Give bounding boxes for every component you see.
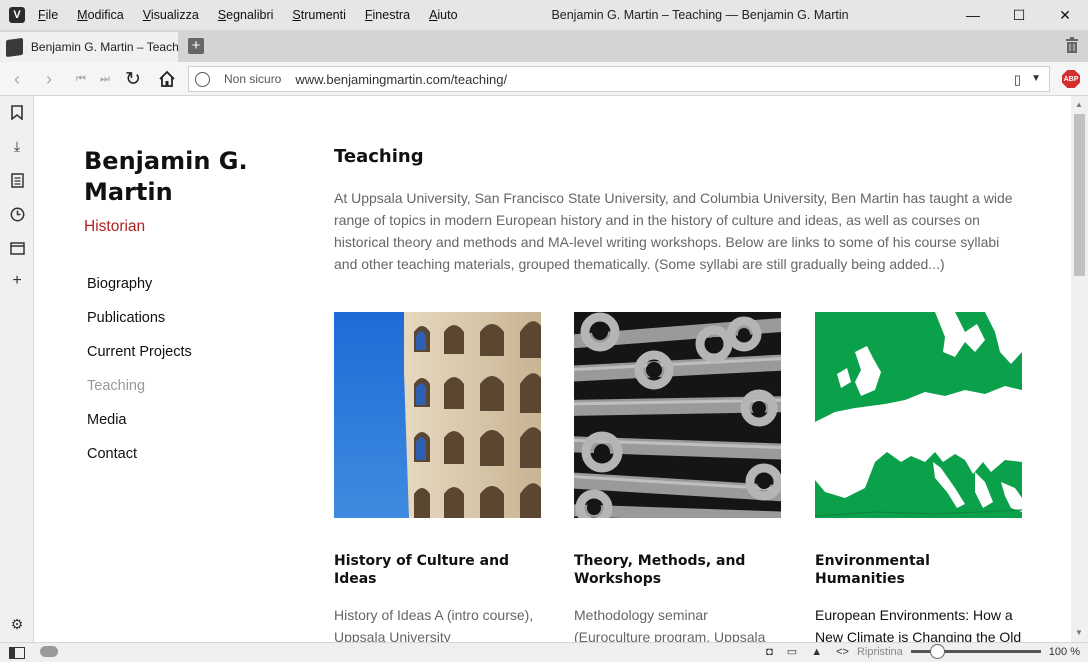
new-tab-button[interactable]: +: [188, 38, 204, 54]
close-button[interactable]: ✕: [1042, 0, 1088, 30]
downloads-icon[interactable]: ⤓: [9, 138, 25, 154]
nav-teaching[interactable]: Teaching: [87, 378, 192, 412]
menu-segnalibri[interactable]: Segnalibri: [218, 8, 274, 22]
card-image-europe-map[interactable]: [815, 312, 1022, 518]
image-icon[interactable]: ▲: [811, 646, 822, 658]
nav-contact[interactable]: Contact: [87, 446, 192, 480]
menu-bar: File Modifica Visualizza Segnalibri Stru…: [38, 8, 477, 22]
nav-biography[interactable]: Biography: [87, 276, 192, 310]
web-page: Benjamin G. Martin Historian Biography P…: [35, 96, 1071, 642]
vertical-scrollbar[interactable]: ▲ ▼: [1071, 96, 1088, 642]
chevron-down-icon[interactable]: ▼: [1031, 73, 1041, 84]
camera-icon[interactable]: ◘: [766, 646, 773, 658]
zoom-level: 100 %: [1048, 645, 1080, 658]
card-environmental-humanities[interactable]: Environmental Humanities European Enviro…: [815, 312, 1022, 642]
notes-icon[interactable]: [9, 172, 25, 188]
nav-publications[interactable]: Publications: [87, 310, 192, 344]
reload-icon[interactable]: ↻: [122, 68, 144, 90]
card-text[interactable]: European Environments: How a New Climate…: [815, 604, 1022, 642]
menu-strumenti[interactable]: Strumenti: [292, 8, 346, 22]
code-icon[interactable]: <>: [836, 646, 849, 658]
intro-paragraph: At Uppsala University, San Francisco Sta…: [334, 190, 1013, 272]
card-heading[interactable]: Environmental Humanities: [815, 552, 1022, 588]
history-icon[interactable]: [9, 206, 25, 222]
bookmark-icon[interactable]: ▯: [1014, 72, 1021, 88]
card-text[interactable]: History of Ideas A (intro course), Uppsa…: [334, 604, 541, 642]
home-icon[interactable]: [158, 70, 176, 88]
main-content: Teaching At Uppsala University, San Fran…: [334, 146, 1024, 275]
scroll-down-icon[interactable]: ▼: [1075, 628, 1083, 637]
menu-finestra[interactable]: Finestra: [365, 8, 410, 22]
settings-gear-icon[interactable]: ⚙: [9, 616, 25, 632]
address-field[interactable]: Non sicuro www.benjamingmartin.com/teach…: [188, 66, 1050, 92]
card-heading[interactable]: Theory, Methods, and Workshops: [574, 552, 781, 588]
card-heading[interactable]: History of Culture and Ideas: [334, 552, 541, 588]
minimize-button[interactable]: —: [950, 0, 996, 30]
bookmarks-panel-icon[interactable]: [9, 104, 25, 120]
site-navigation: Biography Publications Current Projects …: [87, 276, 192, 480]
globe-icon: [195, 71, 210, 87]
forward-icon[interactable]: ›: [38, 68, 60, 90]
status-bar: ◘ ▭ ▲ <> Ripristina 100 %: [0, 642, 1088, 662]
tab-label: Benjamin G. Martin – Teaching: [30, 40, 178, 54]
window-title: Benjamin G. Martin – Teaching — Benjamin…: [551, 8, 849, 22]
tab-teaching[interactable]: Benjamin G. Martin – Teaching: [0, 32, 178, 62]
page-title: Teaching: [334, 146, 424, 167]
nav-media[interactable]: Media: [87, 412, 192, 446]
trash-icon[interactable]: [1065, 37, 1079, 53]
adblock-icon[interactable]: ABP: [1062, 70, 1080, 88]
side-panel: ⤓ + ⚙: [0, 96, 34, 642]
scroll-thumb[interactable]: [1074, 114, 1085, 276]
zoom-slider[interactable]: [910, 644, 1041, 659]
panel-toggle-icon[interactable]: [9, 647, 25, 659]
site-favicon-icon: [6, 37, 23, 57]
site-name[interactable]: Benjamin G. Martin: [84, 146, 284, 208]
menu-modifica[interactable]: Modifica: [77, 8, 124, 22]
tab-bar: Benjamin G. Martin – Teaching +: [0, 30, 1088, 62]
card-theory-methods[interactable]: Theory, Methods, and Workshops Methodolo…: [574, 312, 781, 642]
reset-zoom-button[interactable]: Ripristina: [857, 646, 903, 658]
title-bar: V File Modifica Visualizza Segnalibri St…: [0, 0, 1088, 30]
menu-visualizza[interactable]: Visualizza: [143, 8, 199, 22]
address-toolbar: ‹ › ⏮ ⏭ ↻ Non sicuro www.benjamingmartin…: [0, 62, 1088, 96]
card-culture-ideas[interactable]: History of Culture and Ideas History of …: [334, 312, 541, 642]
fast-forward-icon[interactable]: ⏭: [94, 68, 116, 90]
sync-cloud-icon[interactable]: [40, 646, 58, 657]
maximize-button[interactable]: ☐: [996, 0, 1042, 30]
nav-current-projects[interactable]: Current Projects: [87, 344, 192, 378]
card-text[interactable]: Methodology seminar (Euroculture program…: [574, 604, 781, 642]
back-icon[interactable]: ‹: [6, 68, 28, 90]
site-tagline: Historian: [84, 218, 146, 235]
add-panel-icon[interactable]: +: [9, 272, 25, 289]
menu-file[interactable]: File: [38, 8, 58, 22]
tile-icon[interactable]: ▭: [787, 645, 797, 658]
security-label[interactable]: Non sicuro: [224, 72, 281, 86]
menu-aiuto[interactable]: Aiuto: [429, 8, 458, 22]
vivaldi-logo-icon[interactable]: V: [9, 7, 25, 23]
card-image-colosseum[interactable]: [334, 312, 541, 518]
scroll-up-icon[interactable]: ▲: [1075, 100, 1083, 109]
zoom-slider-knob[interactable]: [929, 644, 945, 659]
url-text[interactable]: www.benjamingmartin.com/teaching/: [295, 72, 507, 87]
rewind-icon[interactable]: ⏮: [70, 68, 92, 90]
window-panel-icon[interactable]: [9, 240, 25, 256]
card-image-wrenches[interactable]: [574, 312, 781, 518]
